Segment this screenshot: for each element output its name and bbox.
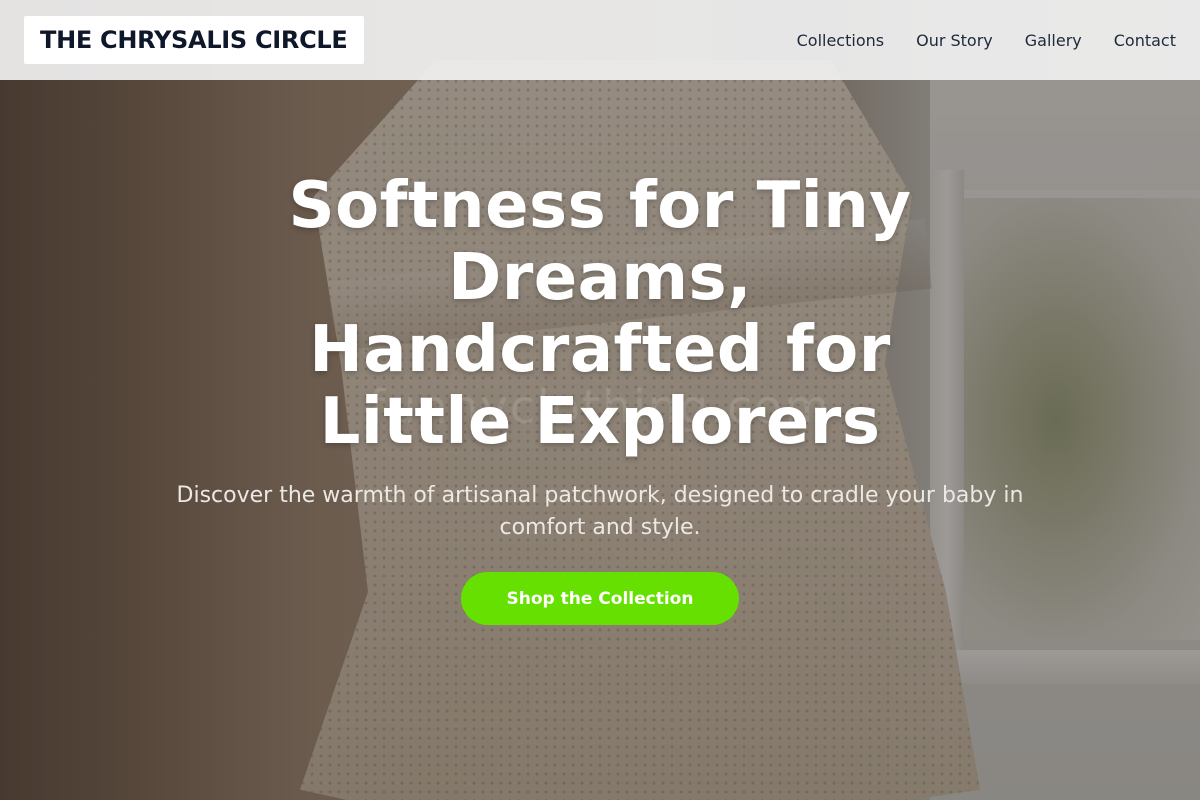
nav-link-contact[interactable]: Contact — [1114, 31, 1176, 50]
brand-logo[interactable]: THE CHRYSALIS CIRCLE — [24, 16, 364, 64]
hero-subheadline: Discover the warmth of artisanal patchwo… — [176, 483, 1024, 540]
brand-name: THE CHRYSALIS CIRCLE — [40, 26, 348, 54]
nav-link-collections[interactable]: Collections — [797, 31, 884, 50]
hero-section: funnyclothing.com Softness for Tiny Drea… — [0, 0, 1200, 800]
main-nav: Collections Our Story Gallery Contact — [797, 31, 1176, 50]
top-navbar: THE CHRYSALIS CIRCLE Collections Our Sto… — [0, 0, 1200, 80]
shop-collection-button[interactable]: Shop the Collection — [461, 572, 739, 625]
hero-content: Softness for Tiny Dreams, Handcrafted fo… — [0, 170, 1200, 625]
nav-link-our-story[interactable]: Our Story — [916, 31, 993, 50]
nav-link-gallery[interactable]: Gallery — [1025, 31, 1082, 50]
hero-headline: Softness for Tiny Dreams, Handcrafted fo… — [288, 169, 912, 459]
